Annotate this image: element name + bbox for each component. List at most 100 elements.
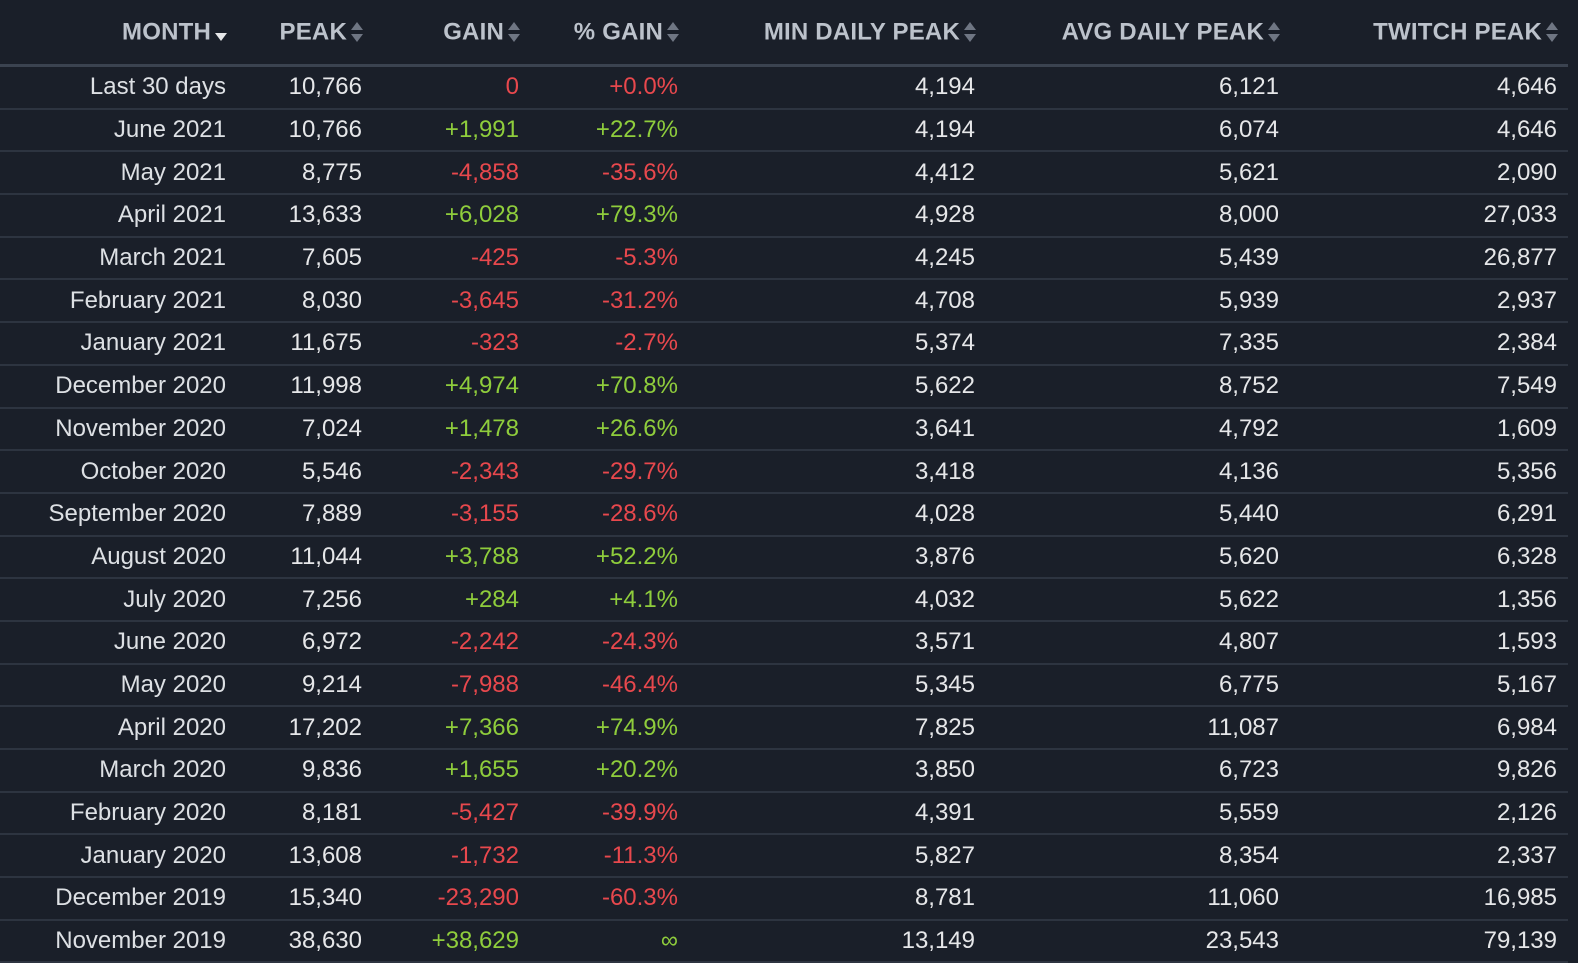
cell-peak: 8,775 — [237, 151, 373, 196]
cell-gain: 0 — [373, 65, 530, 110]
cell-avg-daily-peak: 6,121 — [986, 65, 1290, 110]
cell-avg-daily-peak: 23,543 — [986, 919, 1290, 963]
cell-gain: +3,788 — [373, 535, 530, 580]
cell-peak: 38,630 — [237, 919, 373, 963]
cell-twitch-peak: 5,167 — [1290, 663, 1568, 708]
cell-month: December 2019 — [0, 877, 237, 921]
cell-avg-daily-peak: 8,354 — [986, 834, 1290, 879]
cell-min-daily-peak: 5,622 — [689, 364, 986, 409]
cell-peak: 7,024 — [237, 407, 373, 452]
cell-peak: 7,605 — [237, 236, 373, 281]
cell-min-daily-peak: 4,412 — [689, 151, 986, 196]
sort-both-icon — [667, 21, 679, 43]
table-row: June 2020 6,972 -2,242 -24.3% 3,571 4,807 1,59… — [0, 620, 1568, 665]
cell-avg-daily-peak: 5,939 — [986, 279, 1290, 324]
cell-min-daily-peak: 3,876 — [689, 535, 986, 580]
cell-month: October 2020 — [0, 450, 237, 494]
column-header-month[interactable]: MONTH — [0, 0, 237, 67]
table-row: February 2020 8,181 -5,427 -39.9% 4,391 5,559… — [0, 791, 1568, 836]
column-header-peak[interactable]: PEAK — [237, 0, 373, 67]
cell-min-daily-peak: 13,149 — [689, 919, 986, 963]
cell-twitch-peak: 6,328 — [1290, 535, 1568, 580]
cell-min-daily-peak: 7,825 — [689, 706, 986, 750]
cell-min-daily-peak: 5,827 — [689, 834, 986, 879]
cell-peak: 7,889 — [237, 492, 373, 537]
cell-peak: 8,030 — [237, 279, 373, 324]
cell-twitch-peak: 2,337 — [1290, 834, 1568, 879]
cell-avg-daily-peak: 11,060 — [986, 877, 1290, 921]
cell-month: August 2020 — [0, 535, 237, 580]
cell-twitch-peak: 2,937 — [1290, 279, 1568, 324]
column-header-min-daily-peak[interactable]: MIN DAILY PEAK — [689, 0, 986, 67]
cell-min-daily-peak: 4,194 — [689, 108, 986, 153]
cell-pct-gain: +70.8% — [530, 364, 689, 409]
table-row: January 2021 11,675 -323 -2.7% 5,374 7,335 2,3… — [0, 322, 1568, 366]
cell-twitch-peak: 4,646 — [1290, 108, 1568, 153]
cell-pct-gain: +4.1% — [530, 578, 689, 622]
cell-peak: 11,675 — [237, 322, 373, 366]
table-row: August 2020 11,044 +3,788 +52.2% 3,876 5,620 6… — [0, 535, 1568, 580]
table-row: March 2020 9,836 +1,655 +20.2% 3,850 6,723 9,8… — [0, 749, 1568, 793]
column-header-gain[interactable]: GAIN — [373, 0, 530, 67]
cell-gain: +1,655 — [373, 749, 530, 793]
cell-min-daily-peak: 4,391 — [689, 791, 986, 836]
cell-twitch-peak: 9,826 — [1290, 749, 1568, 793]
cell-pct-gain: -31.2% — [530, 279, 689, 324]
table-row: May 2020 9,214 -7,988 -46.4% 5,345 6,775 5,167 — [0, 663, 1568, 708]
cell-pct-gain: +0.0% — [530, 65, 689, 110]
cell-gain: -23,290 — [373, 877, 530, 921]
cell-avg-daily-peak: 7,335 — [986, 322, 1290, 366]
cell-gain: -4,858 — [373, 151, 530, 196]
cell-pct-gain: -46.4% — [530, 663, 689, 708]
table-row: May 2021 8,775 -4,858 -35.6% 4,412 5,621 2,090 — [0, 151, 1568, 196]
cell-gain: -7,988 — [373, 663, 530, 708]
cell-peak: 13,633 — [237, 194, 373, 238]
cell-pct-gain: -5.3% — [530, 236, 689, 281]
cell-avg-daily-peak: 8,000 — [986, 194, 1290, 238]
cell-pct-gain: +79.3% — [530, 194, 689, 238]
sort-desc-icon — [215, 21, 227, 43]
cell-peak: 17,202 — [237, 706, 373, 750]
cell-twitch-peak: 27,033 — [1290, 194, 1568, 238]
cell-twitch-peak: 4,646 — [1290, 65, 1568, 110]
cell-gain: -2,242 — [373, 620, 530, 665]
cell-twitch-peak: 79,139 — [1290, 919, 1568, 963]
cell-avg-daily-peak: 5,620 — [986, 535, 1290, 580]
cell-month: April 2020 — [0, 706, 237, 750]
column-header-label: GAIN — [443, 18, 504, 46]
cell-avg-daily-peak: 5,440 — [986, 492, 1290, 537]
header-row: MONTH PEAK GAIN % GAIN MIN DAILY PEAK AV… — [0, 0, 1568, 67]
table-row: September 2020 7,889 -3,155 -28.6% 4,028 5,44… — [0, 492, 1568, 537]
cell-pct-gain: -39.9% — [530, 791, 689, 836]
cell-month: June 2021 — [0, 108, 237, 153]
column-header-twitch-peak[interactable]: TWITCH PEAK — [1290, 0, 1568, 67]
sort-both-icon — [1546, 21, 1558, 43]
column-header-pct-gain[interactable]: % GAIN — [530, 0, 689, 67]
cell-month: May 2021 — [0, 151, 237, 196]
cell-min-daily-peak: 5,345 — [689, 663, 986, 708]
cell-min-daily-peak: 3,418 — [689, 450, 986, 494]
column-header-label: TWITCH PEAK — [1373, 18, 1542, 46]
monthly-stats-table: MONTH PEAK GAIN % GAIN MIN DAILY PEAK AV… — [0, 0, 1568, 963]
cell-avg-daily-peak: 5,559 — [986, 791, 1290, 836]
cell-gain: -425 — [373, 236, 530, 281]
column-header-label: PEAK — [279, 18, 347, 46]
table-row: March 2021 7,605 -425 -5.3% 4,245 5,439 26,877 — [0, 236, 1568, 281]
sort-both-icon — [1268, 21, 1280, 43]
cell-avg-daily-peak: 4,136 — [986, 450, 1290, 494]
cell-avg-daily-peak: 6,775 — [986, 663, 1290, 708]
cell-min-daily-peak: 4,708 — [689, 279, 986, 324]
cell-pct-gain: -29.7% — [530, 450, 689, 494]
cell-pct-gain: -24.3% — [530, 620, 689, 665]
cell-month: November 2020 — [0, 407, 237, 452]
table-row: April 2020 17,202 +7,366 +74.9% 7,825 11,087 6… — [0, 706, 1568, 750]
cell-peak: 9,214 — [237, 663, 373, 708]
cell-avg-daily-peak: 5,439 — [986, 236, 1290, 281]
cell-min-daily-peak: 4,928 — [689, 194, 986, 238]
cell-month: January 2020 — [0, 834, 237, 879]
cell-gain: +1,991 — [373, 108, 530, 153]
cell-gain: -2,343 — [373, 450, 530, 494]
column-header-avg-daily-peak[interactable]: AVG DAILY PEAK — [986, 0, 1290, 67]
cell-peak: 10,766 — [237, 65, 373, 110]
cell-pct-gain: +22.7% — [530, 108, 689, 153]
